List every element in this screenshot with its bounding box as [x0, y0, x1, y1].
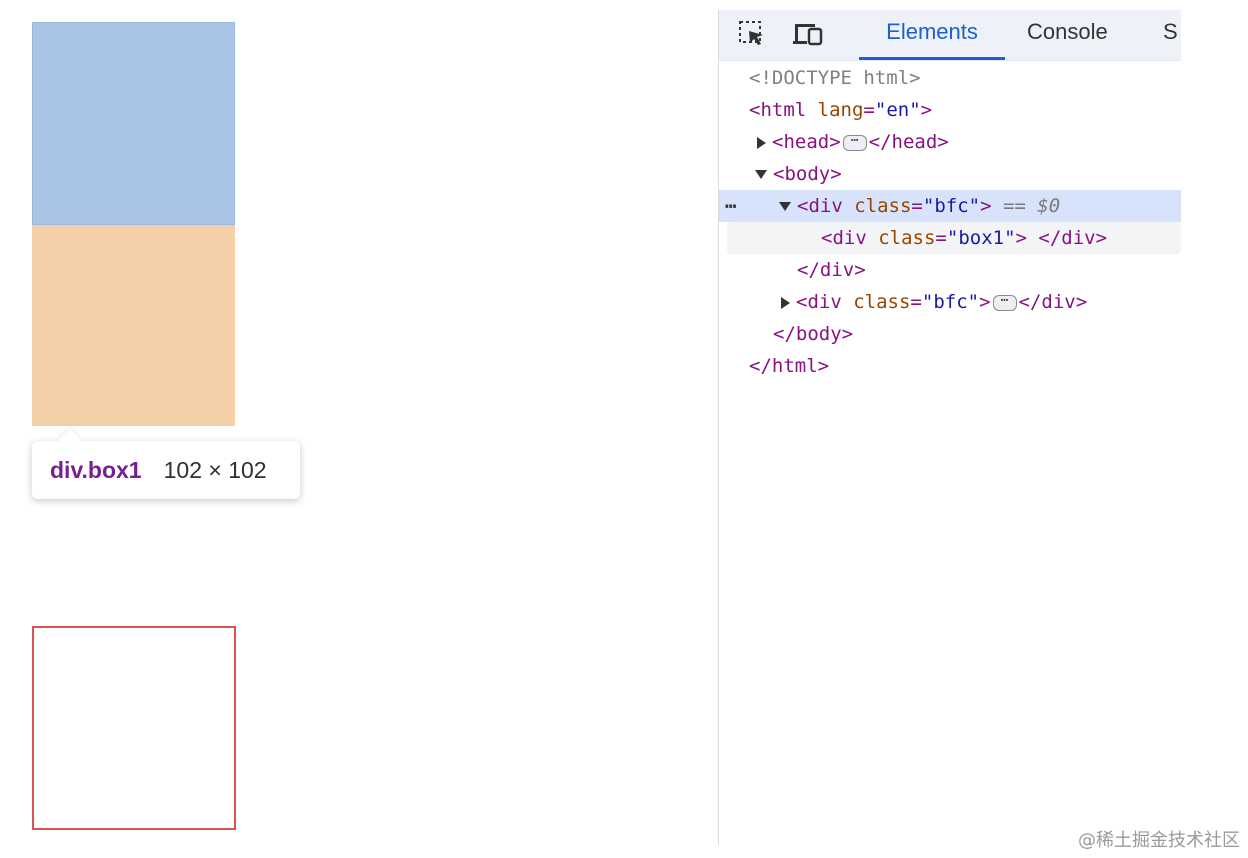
dom-node-box1[interactable]: <div class="box1"> </div> [727, 222, 1181, 254]
body-open-tag: <body> [773, 163, 842, 185]
dom-node-doctype[interactable]: <!DOCTYPE html> [719, 62, 1181, 94]
dom-node-html[interactable]: <html lang="en"> [719, 94, 1181, 126]
devtools-toolbar: Elements Console S [719, 10, 1181, 61]
dom-node-bfc-close[interactable]: </div> [719, 254, 1181, 286]
html-tag: <html [749, 99, 807, 121]
class-attr-value: "box1" [946, 227, 1016, 249]
class-attr-name: class [878, 227, 936, 249]
class-attr-value: "bfc" [921, 291, 980, 313]
more-options-icon[interactable]: ⋯ [725, 190, 736, 222]
body-close-tag: </body> [773, 323, 854, 345]
div-open-tag: <div [796, 291, 842, 313]
html-close-tag: </html> [749, 355, 830, 377]
collapsed-ellipsis-icon[interactable]: ⋯ [992, 294, 1017, 311]
div-close-tag: </div> [1038, 227, 1108, 249]
dom-node-bfc-selected[interactable]: ⋯ <div class="bfc"> == $0 [719, 190, 1181, 222]
head-open-tag: <head> [772, 131, 841, 153]
collapse-arrow-icon[interactable] [779, 202, 791, 211]
tooltip-element-name: div.box1 [50, 456, 142, 483]
div-open-tag: <div [821, 227, 867, 249]
expand-arrow-icon[interactable] [757, 136, 766, 149]
expand-arrow-icon[interactable] [781, 296, 790, 309]
element-tooltip: div.box1 102 × 102 [32, 441, 300, 499]
dom-node-body-close[interactable]: </body> [719, 318, 1181, 350]
collapse-arrow-icon[interactable] [755, 170, 767, 179]
tab-elements[interactable]: Elements [859, 10, 1005, 60]
dom-node-html-close[interactable]: </html> [719, 350, 1181, 382]
dom-node-head[interactable]: <head> ⋯ </head> [719, 126, 1181, 158]
dom-tree: <!DOCTYPE html> <html lang="en"> <head> ⋯… [719, 62, 1181, 382]
head-close-tag: </head> [868, 131, 949, 153]
tooltip-element-size: 102 × 102 [163, 456, 267, 483]
html-attr-name: lang [817, 99, 864, 121]
class-attr-name: class [853, 291, 911, 313]
class-attr-value: "bfc" [922, 195, 981, 217]
div-open-tag: <div [797, 195, 843, 217]
div-close-tag: </div> [1018, 291, 1088, 313]
tab-console[interactable]: Console [1027, 10, 1108, 60]
devtools-panel: Elements Console S <!DOCTYPE html> <html… [718, 10, 1181, 845]
bfc-red-box [32, 626, 236, 830]
bfc-blue-box [32, 22, 235, 225]
tab-sources[interactable]: S [1163, 10, 1178, 60]
class-attr-name: class [854, 195, 912, 217]
box1-highlight [32, 225, 235, 426]
dom-node-body[interactable]: <body> [719, 158, 1181, 190]
device-toolbar-icon[interactable] [791, 19, 823, 49]
collapsed-ellipsis-icon[interactable]: ⋯ [842, 134, 867, 151]
dom-node-bfc-2[interactable]: <div class="bfc"> ⋯ </div> [719, 286, 1181, 318]
watermark: @稀土掘金技术社区 [1078, 830, 1240, 851]
html-attr-value: "en" [874, 99, 921, 121]
selected-node-indicator: == $0 [1002, 195, 1061, 217]
div-close-tag: </div> [797, 259, 866, 281]
doctype-text: <!DOCTYPE html> [749, 67, 921, 89]
inspect-element-icon[interactable] [737, 19, 767, 49]
